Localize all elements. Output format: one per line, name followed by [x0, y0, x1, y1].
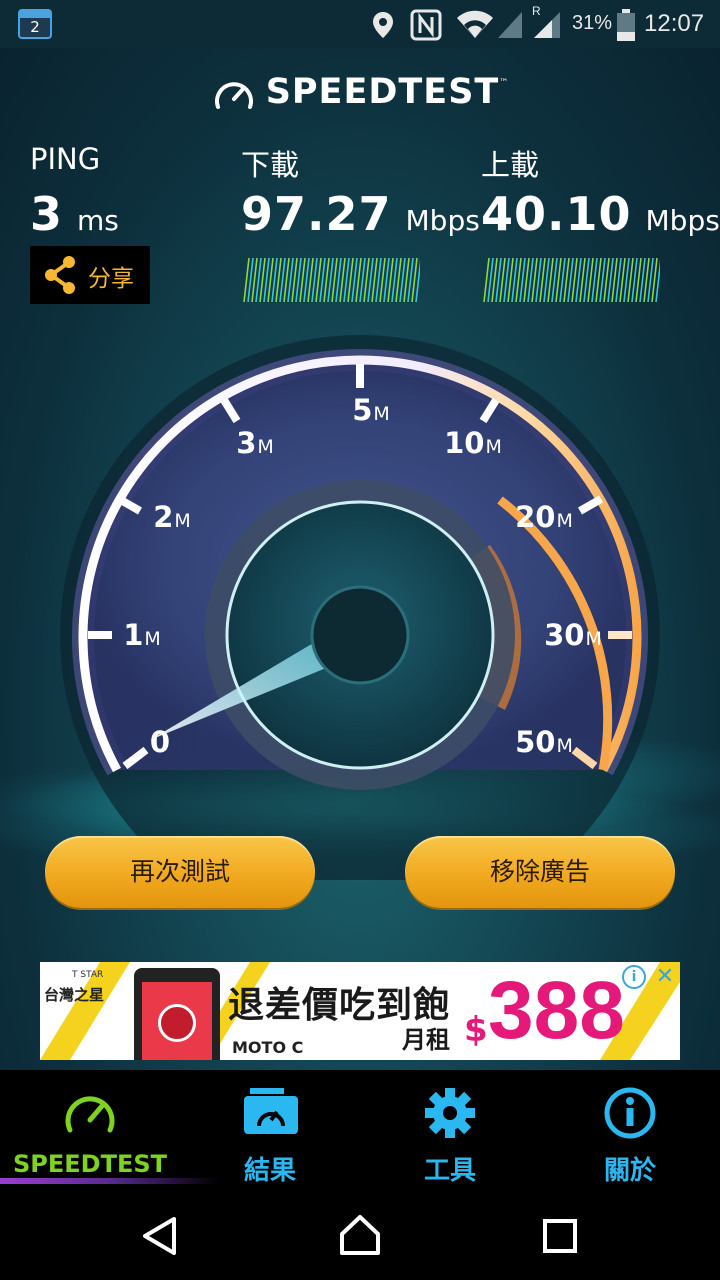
upload-label: 上載	[481, 148, 540, 182]
ad-phone-model: MOTO C	[232, 1038, 304, 1057]
gauge-label-3: 3M	[236, 426, 274, 460]
back-icon[interactable]	[140, 1216, 180, 1256]
nav-item-about[interactable]: 關於	[540, 1070, 720, 1186]
ad-brand-small: T STAR	[72, 970, 104, 980]
gauge-label-0: 0	[149, 725, 171, 759]
ping-number: 3	[30, 187, 64, 241]
nfc-icon	[410, 9, 442, 41]
signal-icon	[498, 12, 522, 38]
bottom-navigation: SPEEDTEST 結果 工具 關於	[0, 1070, 720, 1186]
share-button[interactable]: 分享	[30, 246, 150, 304]
recents-icon[interactable]	[542, 1218, 578, 1254]
status-bar: 2 R 31% 12:07	[0, 0, 720, 48]
speedometer-logo-icon	[214, 81, 253, 109]
gauge-label-30: 30M	[544, 618, 602, 652]
upload-value: 40.10 Mbps	[481, 188, 720, 247]
roaming-label: R	[532, 4, 541, 18]
upload-unit: Mbps	[645, 204, 720, 237]
clock-time: 12:07	[644, 10, 705, 37]
battery-percent: 31%	[572, 12, 613, 34]
ping-value: 3 ms	[30, 188, 119, 247]
home-icon[interactable]	[338, 1214, 382, 1256]
gauge-label-2: 2M	[153, 500, 191, 534]
nav-item-speedtest[interactable]: SPEEDTEST	[0, 1070, 220, 1186]
gauge-label-10: 10M	[444, 426, 502, 460]
share-label: 分享	[88, 266, 134, 292]
calendar-day: 2	[30, 18, 40, 36]
upload-number: 40.10	[481, 187, 632, 241]
system-navigation-bar	[0, 1186, 720, 1280]
nav-item-tools[interactable]: 工具	[360, 1070, 540, 1186]
gauge-label-20: 20M	[515, 500, 573, 534]
battery-icon	[617, 9, 635, 41]
download-graph	[243, 257, 420, 302]
app-title: SPEEDTEST	[265, 72, 500, 112]
gauge-label-1: 1M	[123, 618, 161, 652]
remove-ads-button[interactable]: 移除廣告	[405, 836, 675, 908]
speedometer-icon	[65, 1096, 115, 1133]
trademark: ™	[499, 78, 509, 88]
ad-price: 388	[488, 965, 625, 1056]
share-icon	[45, 256, 75, 294]
ad-info-icon[interactable]: i	[622, 965, 646, 989]
nav-item-results[interactable]: 結果	[180, 1070, 360, 1186]
download-unit: Mbps	[405, 204, 480, 237]
ad-close-icon[interactable]: ✕	[652, 964, 678, 990]
info-icon	[604, 1087, 656, 1139]
download-number: 97.27	[241, 187, 392, 241]
gear-icon	[425, 1088, 475, 1138]
nav-label-tools: 工具	[423, 1156, 476, 1186]
app-header: SPEEDTEST™	[0, 72, 720, 122]
nav-label-results: 結果	[243, 1156, 296, 1186]
gauge-label-5: 5M	[352, 393, 390, 427]
ad-banner[interactable]: T STAR 台灣之星 MOTO C 退差價吃到飽 月租 $ 388 i ✕	[40, 962, 680, 1060]
ad-brand: 台灣之星	[44, 986, 105, 1004]
wifi-icon	[457, 10, 493, 39]
download-label: 下載	[241, 148, 300, 182]
nav-label-speedtest: SPEEDTEST	[12, 1150, 167, 1178]
ad-currency: $	[464, 1010, 488, 1050]
gauge-label-50: 50M	[515, 725, 573, 759]
test-again-button[interactable]: 再次測試	[45, 836, 315, 908]
upload-graph	[483, 257, 660, 302]
results-folder-icon	[244, 1088, 298, 1134]
ping-unit: ms	[77, 204, 119, 237]
location-icon	[373, 12, 393, 38]
nav-label-about: 關於	[603, 1156, 656, 1186]
ad-phone-image	[134, 968, 220, 1060]
calendar-icon: 2	[18, 9, 52, 39]
download-value: 97.27 Mbps	[241, 188, 480, 247]
ad-price-label: 月租	[402, 1026, 450, 1054]
ping-label: PING	[30, 142, 101, 176]
